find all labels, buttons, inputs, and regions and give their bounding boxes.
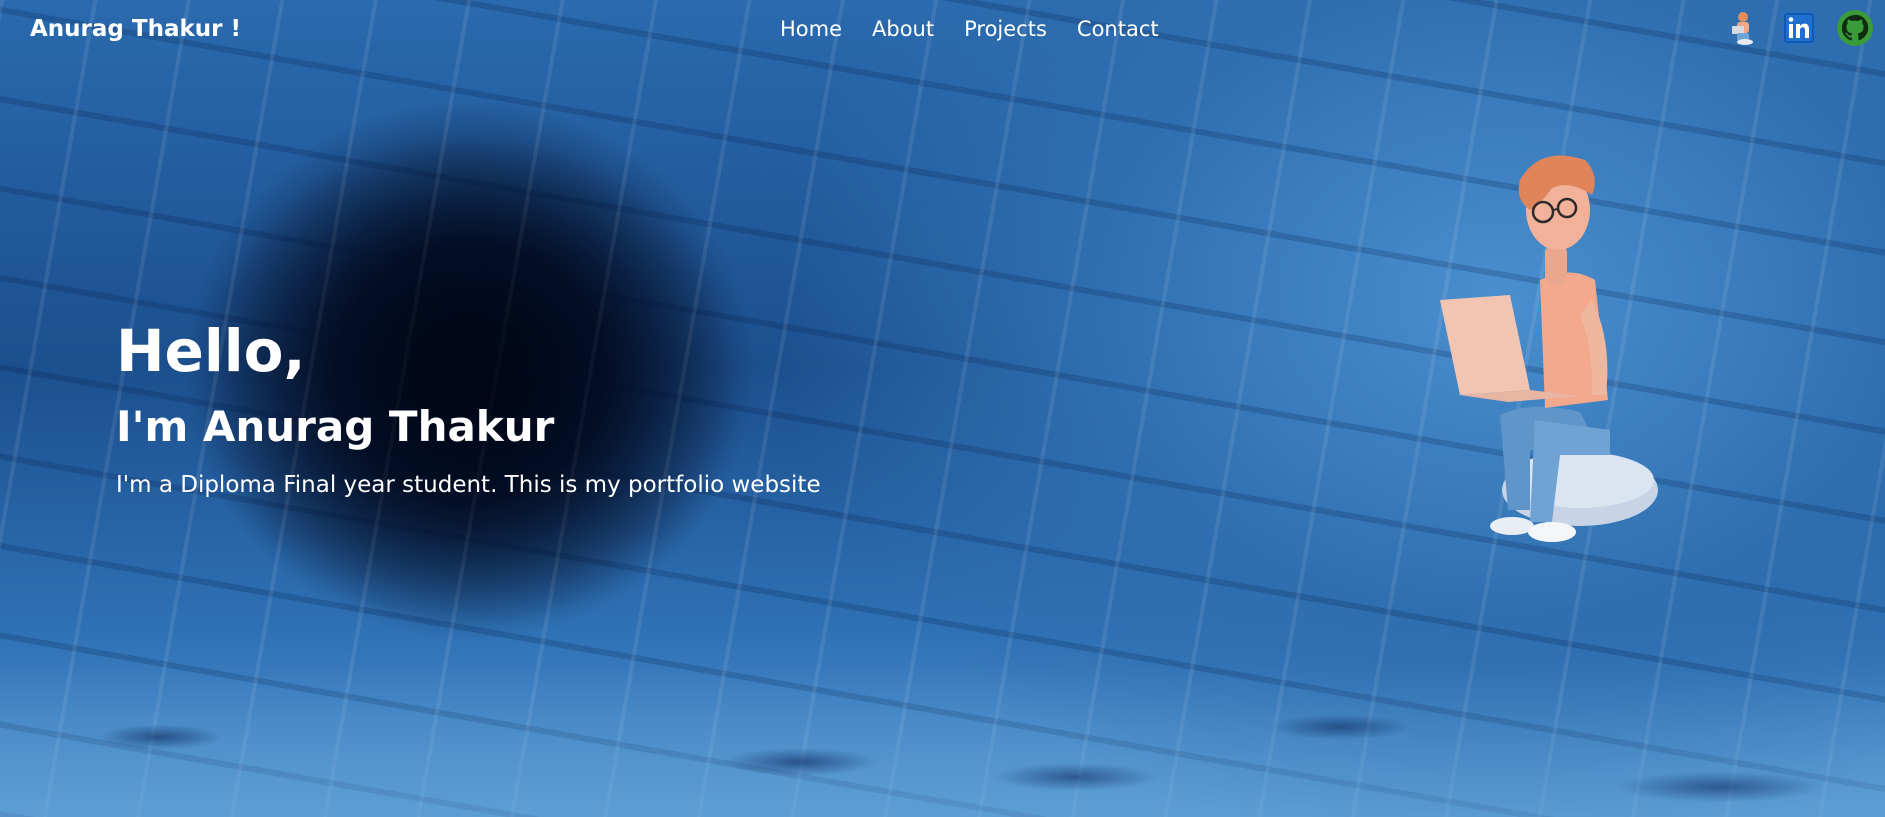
nav-link-projects[interactable]: Projects bbox=[964, 17, 1047, 41]
linkedin-icon[interactable] bbox=[1781, 10, 1817, 46]
nav-link-contact[interactable]: Contact bbox=[1077, 17, 1159, 41]
brand-logo[interactable]: Anurag Thakur ! bbox=[30, 16, 241, 42]
hero-section: Anurag Thakur ! Home About Projects Cont… bbox=[0, 0, 1885, 817]
hero-description: I'm a Diploma Final year student. This i… bbox=[116, 471, 821, 498]
hero-name: I'm Anurag Thakur bbox=[116, 401, 555, 451]
hero-greeting: Hello, bbox=[116, 317, 306, 385]
navbar: Anurag Thakur ! Home About Projects Cont… bbox=[0, 0, 1885, 60]
social-links bbox=[1725, 10, 1873, 46]
nav-menu: Home About Projects Contact bbox=[780, 17, 1159, 41]
background-floor bbox=[0, 667, 1885, 817]
hero-intro: Hello, I'm Anurag Thakur I'm a Diploma F… bbox=[116, 317, 821, 498]
avatar-icon[interactable] bbox=[1725, 10, 1761, 46]
github-icon[interactable] bbox=[1837, 10, 1873, 46]
developer-illustration bbox=[1380, 150, 1680, 560]
nav-link-about[interactable]: About bbox=[872, 17, 934, 41]
nav-link-home[interactable]: Home bbox=[780, 17, 842, 41]
